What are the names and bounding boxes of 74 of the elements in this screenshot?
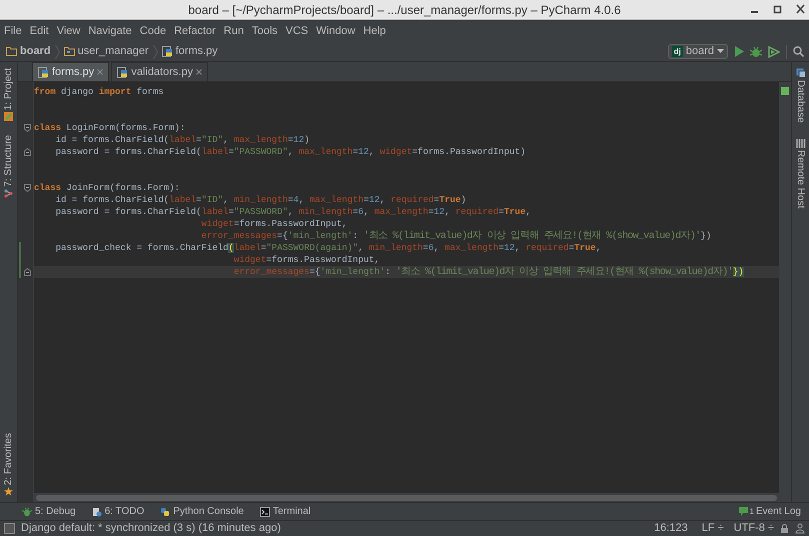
folder-icon — [6, 47, 17, 56]
folder-icon — [64, 47, 75, 56]
star-icon — [4, 487, 13, 496]
code-line: id = forms.CharField(label="ID", min_length=4, max_length=12, required=True) — [54, 194, 468, 206]
tool-window-button[interactable]: Database — [793, 68, 808, 123]
menu-item[interactable]: View — [56, 22, 80, 40]
menu-item[interactable]: Tools — [252, 22, 278, 40]
checklist-icon — [92, 506, 102, 516]
tool-window-toggle-icon[interactable] — [4, 523, 15, 534]
fold-icon[interactable] — [24, 148, 31, 156]
encoding-selector[interactable]: UTF-8 ÷ — [734, 520, 774, 536]
python-file-icon — [117, 66, 128, 78]
python-file-icon — [38, 66, 49, 78]
menu-item[interactable]: Window — [316, 22, 356, 40]
breadcrumb[interactable]: user_manager — [62, 44, 150, 60]
editor-tab[interactable]: validators.py — [111, 62, 208, 81]
code-line: id = forms.CharField(label="ID", max_length=12) — [54, 134, 311, 146]
menu-item[interactable]: Code — [140, 22, 166, 40]
django-badge: dj — [672, 46, 683, 57]
python-file-icon — [162, 46, 172, 57]
menu-item[interactable]: Help — [363, 22, 386, 40]
code-line: error_messages={'min_length': '최소 %(limit_value)d자 이상 입력해 주세요!(현재 %(show_value)d자)'}) — [200, 230, 712, 242]
menu-item[interactable]: Refactor — [174, 22, 216, 40]
tool-window-button[interactable]: 5: Debug — [22, 504, 76, 519]
tool-window-button[interactable]: 6: TODO — [92, 504, 144, 519]
status-message: Django default: * synchronized (3 s) (16 minutes ago) — [21, 521, 281, 536]
close-icon[interactable] — [796, 4, 805, 14]
tool-window-button[interactable]: Remote Host — [793, 138, 808, 208]
menu-item[interactable]: Navigate — [88, 22, 132, 40]
chevron-icon — [54, 44, 60, 58]
code-line: from django import forms — [34, 86, 165, 98]
bug-icon — [22, 506, 32, 516]
structure-icon — [4, 188, 13, 198]
search-icon[interactable] — [793, 46, 804, 57]
event-log-button[interactable]: 1 Event Log — [738, 504, 801, 519]
fold-icon[interactable] — [24, 124, 31, 132]
menu-item[interactable]: Edit — [30, 22, 49, 40]
code-line: class LoginForm(forms.Form): — [34, 122, 186, 134]
editor-tab[interactable]: forms.py — [32, 62, 110, 81]
caret-icon — [717, 49, 724, 54]
breadcrumb[interactable]: board — [5, 44, 52, 60]
menu-item[interactable]: File — [4, 22, 22, 40]
window-title: board – [~/PycharmProjects/board] – .../user_manager/forms.py – PyCharm 4.0.6 — [188, 2, 621, 18]
code-line: widget=forms.PasswordInput, — [200, 218, 348, 230]
terminal-icon — [260, 506, 270, 516]
tool-window-button[interactable]: 2: Favorites — [1, 432, 16, 496]
line-separator-selector[interactable]: LF ÷ — [702, 520, 724, 536]
tool-window-button[interactable]: Terminal — [260, 504, 311, 519]
tool-window-button[interactable]: Python Console — [160, 504, 244, 519]
python-icon — [160, 506, 170, 516]
lock-icon[interactable] — [780, 524, 789, 534]
database-icon — [796, 68, 806, 78]
run-icon[interactable] — [734, 46, 744, 57]
code-line: password = forms.CharField(label="PASSWORD", min_length=6, max_length=12, required=True, — [54, 206, 532, 218]
server-icon — [796, 138, 806, 148]
run-configuration-dropdown[interactable]: dj board — [668, 44, 728, 59]
caret-position[interactable]: 16:123 — [654, 520, 688, 536]
code-line: password_check = forms.CharField(label="PASSWORD(again)", min_length=6, max_length=12, required=True, — [54, 242, 602, 254]
status-ok-marker — [781, 87, 789, 95]
maximize-icon[interactable] — [773, 4, 782, 14]
breadcrumb[interactable]: forms.py — [160, 44, 219, 60]
code-line: widget=forms.PasswordInput, — [232, 254, 381, 266]
bug-icon[interactable] — [750, 46, 762, 58]
menu-item[interactable]: Run — [224, 22, 244, 40]
menu-item[interactable]: VCS — [286, 22, 308, 40]
horizontal-scrollbar[interactable] — [36, 494, 777, 500]
tool-window-button[interactable]: 1: Project — [1, 68, 16, 122]
fold-icon[interactable] — [24, 268, 31, 276]
chevron-icon — [152, 44, 158, 58]
fold-icon[interactable] — [24, 184, 31, 192]
tool-window-button[interactable]: 7: Structure — [1, 135, 16, 198]
code-line: password = forms.CharField(label="PASSWORD", max_length=12, widget=forms.PasswordInput) — [54, 146, 527, 158]
speech-bubble-icon — [738, 507, 748, 516]
code-line: class JoinForm(forms.Form): — [34, 182, 181, 194]
